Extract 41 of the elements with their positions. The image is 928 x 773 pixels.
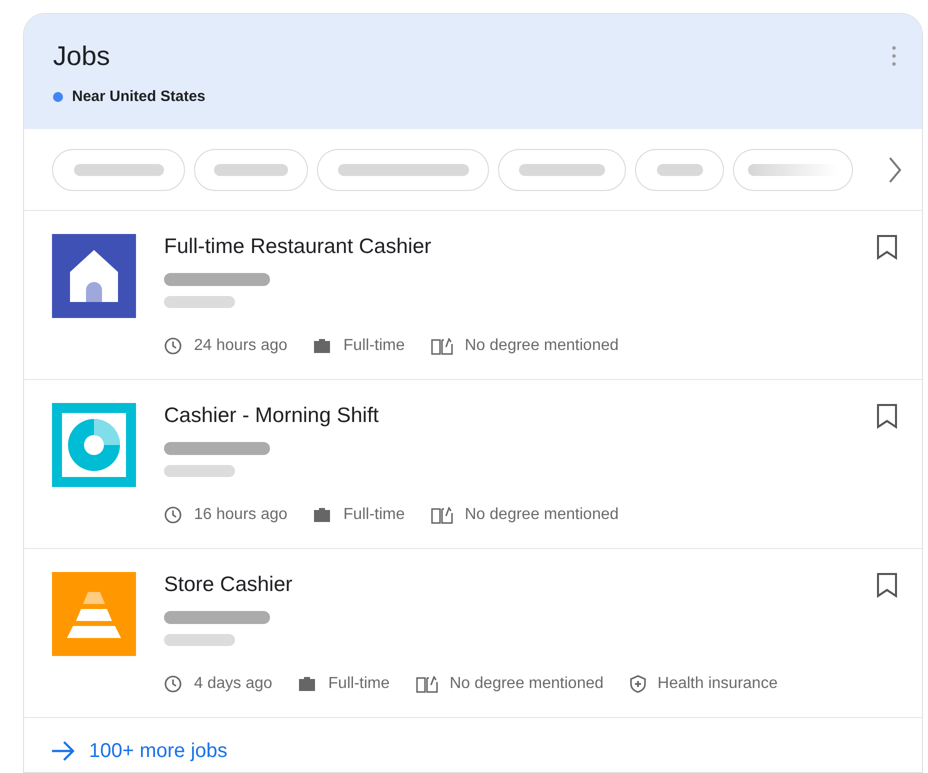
more-jobs-link[interactable]: 100+ more jobs [24,718,228,766]
filter-chip[interactable] [194,148,308,190]
book-icon [430,506,453,524]
job-detail: Full-time [328,674,390,694]
filter-chip[interactable] [52,148,185,190]
filter-chip[interactable] [733,148,853,190]
job-listing[interactable]: Cashier - Morning Shift 16 hours ago Full-time No degree mentioned [24,380,922,549]
book-icon [416,676,438,692]
job-detail: 16 hours ago [194,505,288,525]
bookmark-icon[interactable] [876,234,898,260]
more-options-icon[interactable] [892,46,896,66]
chevron-right-icon[interactable] [888,156,902,184]
briefcase-icon [313,507,332,523]
clock-icon [164,675,182,693]
filter-chip[interactable] [498,148,626,190]
filter-chip[interactable] [317,148,489,190]
job-detail: Health insurance [658,674,778,694]
arrow-right-icon [51,741,75,761]
clock-icon [164,337,182,355]
bookmark-icon[interactable] [876,403,898,429]
job-detail: Full-time [343,336,405,356]
job-title[interactable]: Full-time Restaurant Cashier [164,234,848,260]
job-detail: No degree mentioned [464,336,619,356]
job-detail: No degree mentioned [450,674,604,694]
briefcase-icon [313,338,332,354]
filter-chip[interactable] [635,148,724,190]
job-detail: 4 days ago [194,674,272,694]
book-icon [430,338,453,354]
job-title[interactable]: Store Cashier [164,572,848,598]
job-detail: 24 hours ago [194,336,288,356]
location-label: Near United States [72,87,206,107]
job-listing[interactable]: Store Cashier 4 days ago Full-time No degree mentioned Health insurance [24,549,922,718]
job-title[interactable]: Cashier - Morning Shift [164,403,848,429]
job-detail: Full-time [343,505,405,525]
shield-icon [630,675,646,693]
bookmark-icon[interactable] [876,572,898,598]
briefcase-icon [298,676,316,692]
job-listing[interactable]: Full-time Restaurant Cashier 24 hours ago Full-time No degree mentioned [24,211,922,380]
card-title: Jobs [53,40,112,72]
clock-icon [164,506,182,524]
job-detail: No degree mentioned [464,505,619,525]
